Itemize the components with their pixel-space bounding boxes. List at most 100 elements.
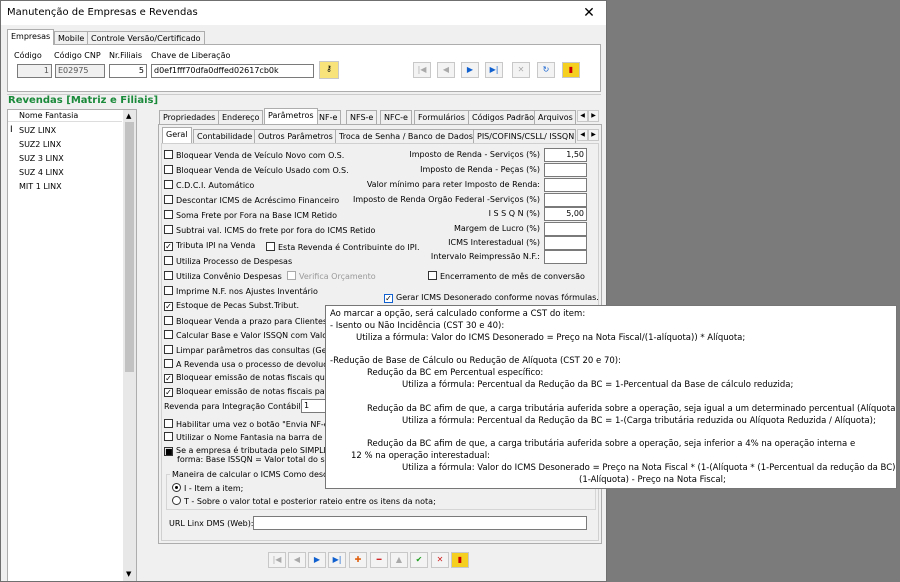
exit-door-icon[interactable]: ▮ — [451, 552, 469, 568]
subtabs-scroll-left-icon[interactable]: ◀ — [577, 129, 588, 141]
option-checkbox[interactable]: Limpar parâmetros das consultas (Gere — [164, 345, 335, 357]
option-checkbox[interactable]: Utiliza Convênio Despesas — [164, 271, 282, 283]
list-item[interactable]: SUZ 3 LINX — [19, 154, 64, 163]
option-checkbox[interactable]: ✓ Bloquear emissão de notas fiscais para … — [164, 387, 340, 399]
next-button[interactable]: ▶ — [308, 552, 326, 568]
checkbox-box — [164, 195, 173, 204]
tax-field-input[interactable] — [544, 178, 587, 192]
option-checkbox[interactable]: A Revenda usa o processo de devolução — [164, 359, 337, 371]
tooltip-line: 12 % na operação interestadual: — [351, 451, 490, 461]
codigo-field[interactable]: 1 — [17, 64, 52, 78]
tax-field-input[interactable] — [544, 236, 587, 250]
tab-controle-versao[interactable]: Controle Versão/Certificado — [87, 31, 205, 45]
last-button[interactable]: ▶| — [328, 552, 346, 568]
exit-door-icon[interactable]: ▮ — [562, 62, 580, 78]
tax-field-input[interactable] — [544, 250, 587, 264]
next-record-button[interactable]: ▶ — [461, 62, 479, 78]
tab-endereco[interactable]: Endereço — [218, 110, 264, 124]
tax-field-label: Margem de Lucro (%) — [453, 224, 540, 233]
key-icon[interactable]: ⚷ — [319, 61, 339, 79]
tax-field-label: Imposto de Renda - Peças (%) — [420, 165, 540, 174]
encerramento-checkbox[interactable]: Encerramento de mês de conversão — [428, 271, 585, 283]
checkbox-box — [164, 271, 173, 280]
verifica-orcamento-checkbox[interactable]: Verifica Orçamento — [287, 271, 376, 283]
tabs-scroll-left-icon[interactable]: ◀ — [577, 110, 588, 122]
tab-geral[interactable]: Geral — [162, 127, 192, 143]
prior-button[interactable]: ◀ — [288, 552, 306, 568]
option-checkbox[interactable]: Soma Frete por Fora na Base ICM Retido — [164, 210, 337, 222]
cancel-button[interactable]: ✕ — [512, 62, 530, 78]
scrollbar-thumb[interactable] — [125, 122, 134, 372]
scroll-down-icon[interactable]: ▼ — [126, 570, 131, 578]
list-item[interactable]: SUZ2 LINX — [19, 140, 61, 149]
scroll-up-icon[interactable]: ▲ — [126, 112, 131, 120]
tax-field-label: Intervalo Reimpressão N.F.: — [430, 252, 540, 261]
nome-fantasia-barra-checkbox[interactable]: Utilizar o Nome Fantasia na barra de roc — [164, 432, 337, 444]
option-checkbox[interactable]: Bloquear Venda a prazo para Clientes se — [164, 316, 339, 328]
checkbox-box — [164, 359, 173, 368]
prev-record-button[interactable]: ◀ — [437, 62, 455, 78]
option-label: Utiliza Convênio Despesas — [176, 272, 282, 281]
option-label: Bloquear emissão de notas fiscais para o — [176, 387, 341, 396]
option-checkbox[interactable]: Descontar ICMS de Acréscimo Financeiro — [164, 195, 339, 207]
add-button[interactable]: ✚ — [349, 552, 367, 568]
tab-pis-cofins[interactable]: PIS/COFINS/CSLL/ ISSQN — [473, 129, 576, 143]
cancel-edit-button[interactable]: ✕ — [431, 552, 449, 568]
refresh-button[interactable]: ↻ — [537, 62, 555, 78]
tabs-scroll-right-icon[interactable]: ▶ — [588, 110, 599, 122]
tax-field-input[interactable]: 1,50 — [544, 148, 587, 162]
tab-mobile[interactable]: Mobile — [54, 31, 89, 45]
chave-field[interactable]: d0ef1fff70dfa0dffed02617cb0k — [151, 64, 314, 78]
post-button[interactable]: ✔ — [410, 552, 428, 568]
first-button[interactable]: |◀ — [268, 552, 286, 568]
option-checkbox[interactable]: ✓ Estoque de Pecas Subst.Tribut. — [164, 301, 299, 313]
edit-button[interactable]: ▲ — [390, 552, 408, 568]
tab-formularios[interactable]: Formulários — [414, 110, 469, 124]
tab-contabilidade[interactable]: Contabilidade — [193, 129, 257, 143]
subtabs-scroll-right-icon[interactable]: ▶ — [588, 129, 599, 141]
codigo-cnp-field[interactable]: E02975 — [55, 64, 105, 78]
item-a-item-radio[interactable]: I - Item a item; — [172, 483, 243, 495]
option-checkbox[interactable]: Utiliza Processo de Despesas — [164, 256, 292, 268]
nr-filiais-field[interactable]: 5 — [109, 64, 147, 78]
contribuinte-ipi-checkbox[interactable]: Esta Revenda é Contribuinte do IPI. — [266, 242, 419, 254]
habilitar-envia-nfe-checkbox[interactable]: Habilitar uma vez o botão "Envia NF-e pa — [164, 419, 341, 431]
tax-field-input[interactable] — [544, 222, 587, 236]
tab-empresas[interactable]: Empresas — [7, 29, 55, 45]
option-checkbox[interactable]: Calcular Base e Valor ISSQN com Valor B — [164, 330, 339, 342]
option-checkbox[interactable]: Imprime N.F. nos Ajustes Inventário — [164, 286, 318, 298]
store-list-scrollbar[interactable]: ▲ ▼ — [123, 110, 136, 581]
tab-nfce[interactable]: NFC-e — [380, 110, 412, 124]
tab-parametros[interactable]: Parâmetros — [264, 108, 318, 124]
checkbox-box — [287, 271, 296, 280]
option-checkbox[interactable]: ✓ Tributa IPI na Venda — [164, 241, 255, 253]
option-checkbox[interactable]: C.D.C.I. Automático — [164, 180, 254, 192]
tab-nfe[interactable]: NF-e — [315, 110, 342, 124]
tax-field-input[interactable] — [544, 193, 587, 207]
tab-codigos-padrao[interactable]: Códigos Padrão — [468, 110, 538, 124]
valor-total-radio[interactable]: T - Sobre o valor total e posterior rate… — [172, 496, 436, 508]
list-item[interactable]: SUZ 4 LINX — [19, 168, 64, 177]
tab-troca-senha[interactable]: Troca de Senha / Banco de Dados — [335, 129, 477, 143]
gerar-icms-checkbox[interactable]: ✓ Gerar ICMS Desonerado conforme novas fó… — [384, 293, 599, 305]
last-record-button[interactable]: ▶| — [485, 62, 503, 78]
tax-field-input[interactable]: 5,00 — [544, 207, 587, 221]
option-checkbox[interactable]: ✓ Bloquear emissão de notas fiscais quan — [164, 373, 335, 385]
delete-button[interactable]: ━ — [370, 552, 388, 568]
tab-nfse[interactable]: NFS-e — [346, 110, 378, 124]
tab-propriedades[interactable]: Propriedades — [159, 110, 220, 124]
url-linx-field[interactable] — [253, 516, 587, 530]
tab-arquivos[interactable]: Arquivos — [534, 110, 576, 124]
option-checkbox[interactable]: Subtrai val. ICMS do frete por fora do I… — [164, 225, 375, 237]
option-checkbox[interactable]: Bloquear Venda de Veículo Novo com O.S. — [164, 150, 344, 162]
checkbox-box — [164, 256, 173, 265]
first-record-button[interactable]: |◀ — [413, 62, 431, 78]
checkbox-checked: ✓ — [164, 302, 173, 311]
tab-outros-parametros[interactable]: Outros Parâmetros — [254, 129, 337, 143]
list-item[interactable]: SUZ LINX — [19, 126, 56, 135]
close-button[interactable]: ✕ — [578, 3, 600, 23]
tax-field-input[interactable] — [544, 163, 587, 177]
valor-total-label: T - Sobre o valor total e posterior rate… — [184, 497, 436, 506]
list-item[interactable]: MIT 1 LINX — [19, 182, 62, 191]
option-checkbox[interactable]: Bloquear Venda de Veículo Usado com O.S. — [164, 165, 349, 177]
